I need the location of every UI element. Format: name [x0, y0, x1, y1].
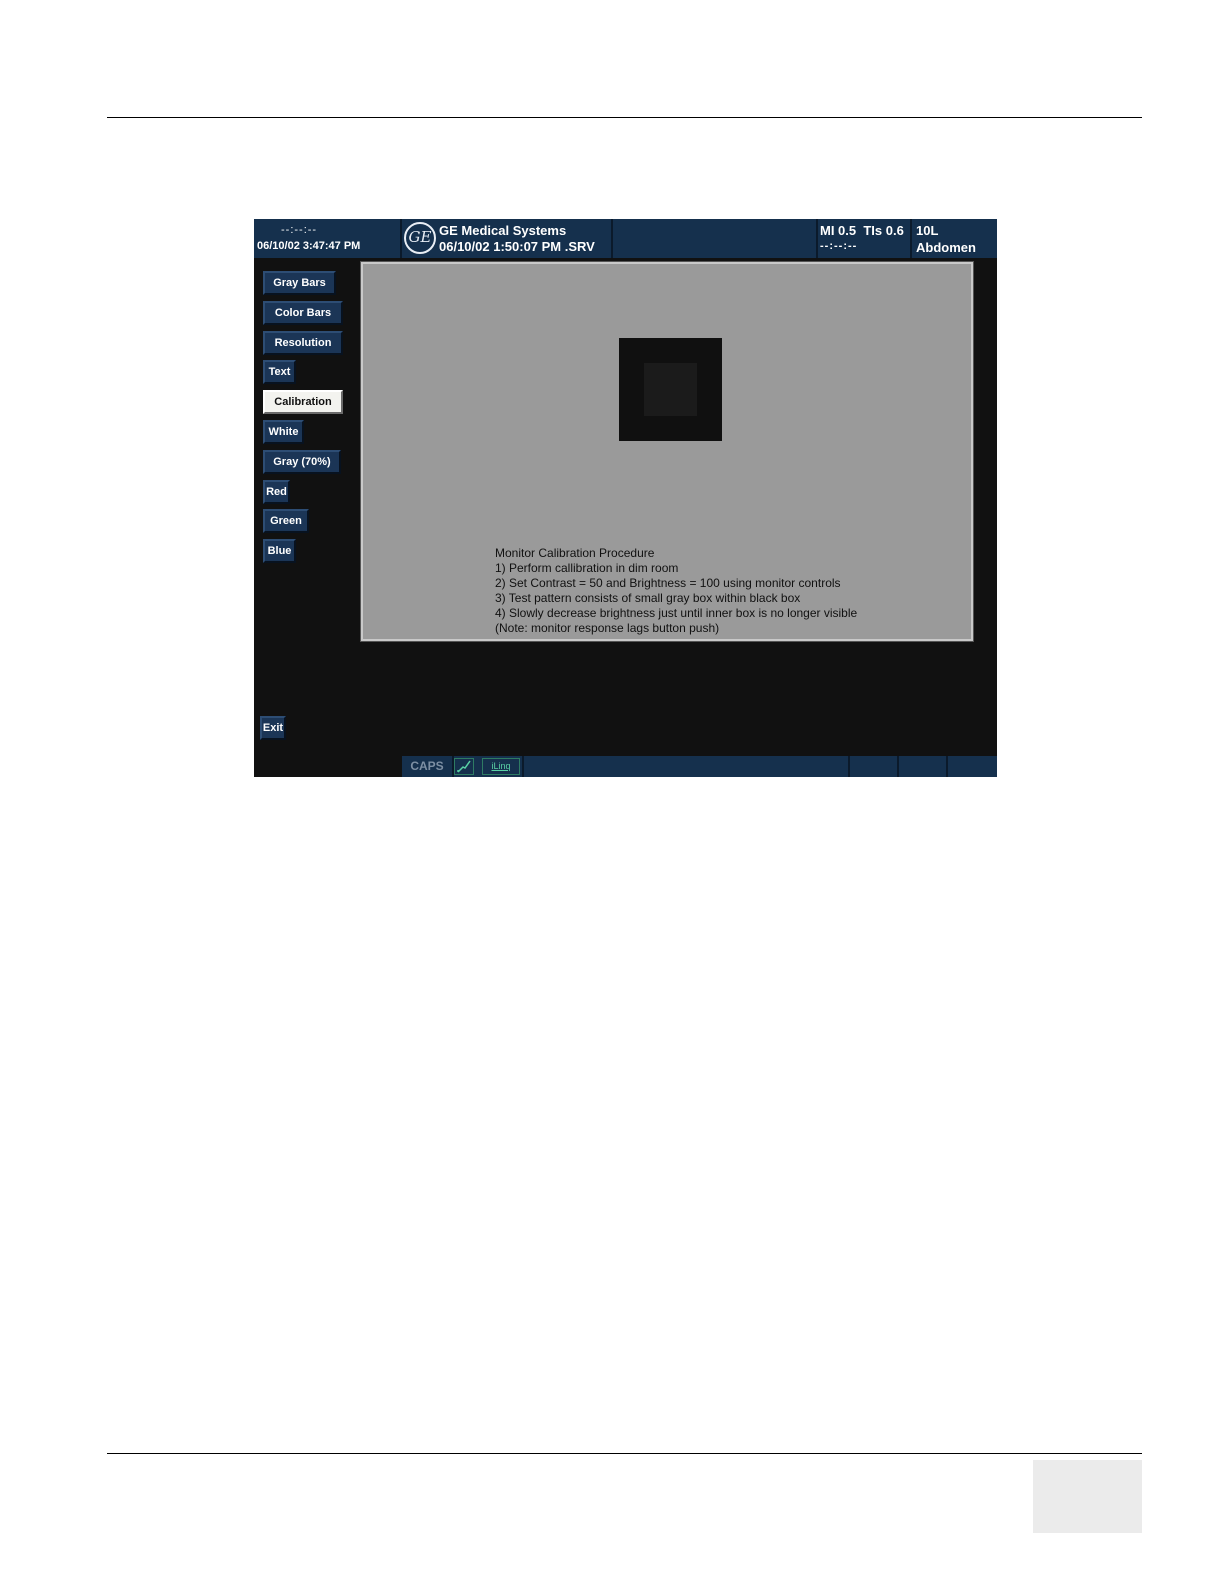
- patient-info-panel: [613, 219, 818, 258]
- black-box: [619, 338, 722, 441]
- preset-name: Abdomen: [916, 240, 976, 255]
- trackball-icon[interactable]: [454, 758, 474, 775]
- exam-datetime: 06/10/02 1:50:07 PM .SRV: [439, 239, 595, 254]
- ge-logo-icon: GE: [404, 222, 436, 254]
- caps-indicator: CAPS: [402, 756, 454, 777]
- status-divider: [522, 756, 524, 777]
- probe-name: 10L: [916, 223, 939, 238]
- iLinq-icon[interactable]: iLinq: [482, 758, 520, 775]
- pattern-button-resolution[interactable]: Resolution: [263, 331, 343, 355]
- calibration-test-pattern: Monitor Calibration Procedure 1) Perform…: [360, 261, 974, 642]
- pattern-button-calibration[interactable]: Calibration: [263, 390, 343, 414]
- instruction-title: Monitor Calibration Procedure: [495, 546, 655, 560]
- mi-secondary: --:--:--: [820, 240, 858, 252]
- pattern-button-gray-70[interactable]: Gray (70%): [263, 450, 341, 474]
- probe-panel: 10L Abdomen: [912, 219, 997, 258]
- top-status-bar: --:--:-- 06/10/02 3:47:47 PM GE GE Medic…: [254, 219, 997, 258]
- instruction-line: 1) Perform callibration in dim room: [495, 561, 679, 575]
- pattern-button-red[interactable]: Red: [263, 480, 290, 504]
- acoustic-output-panel: MI 0.5 TIs 0.6 --:--:--: [818, 219, 912, 258]
- ultrasound-screen: --:--:-- 06/10/02 3:47:47 PM GE GE Medic…: [254, 219, 997, 777]
- instruction-line: 4) Slowly decrease brightness just until…: [495, 606, 858, 620]
- pattern-button-blue[interactable]: Blue: [263, 539, 296, 563]
- pattern-button-green[interactable]: Green: [263, 509, 309, 533]
- mi-tis-readout: MI 0.5 TIs 0.6: [820, 223, 904, 238]
- exit-button[interactable]: Exit: [260, 716, 286, 740]
- status-divider: [897, 756, 899, 777]
- pattern-button-text[interactable]: Text: [263, 360, 296, 384]
- pattern-button-color-bars[interactable]: Color Bars: [263, 301, 343, 325]
- header-rule: [107, 117, 1142, 118]
- clock-placeholder: --:--:--: [281, 224, 318, 236]
- pattern-button-white[interactable]: White: [263, 420, 304, 444]
- instruction-note: (Note: monitor response lags button push…: [495, 621, 720, 635]
- bottom-status-bar: CAPS iLinq: [402, 756, 997, 777]
- inner-gray-box: [644, 363, 697, 416]
- calibration-instructions: Monitor Calibration Procedure 1) Perform…: [495, 546, 857, 636]
- instruction-line: 2) Set Contrast = 50 and Brightness = 10…: [495, 576, 841, 590]
- page-corner-box: [1033, 1460, 1142, 1533]
- status-divider: [848, 756, 850, 777]
- footer-rule: [107, 1453, 1142, 1454]
- institution-panel: GE GE Medical Systems 06/10/02 1:50:07 P…: [402, 219, 613, 258]
- clock-datetime: 06/10/02 3:47:47 PM: [257, 240, 361, 252]
- pattern-button-gray-bars[interactable]: Gray Bars: [263, 271, 336, 295]
- company-name: GE Medical Systems: [439, 223, 567, 238]
- status-divider: [946, 756, 948, 777]
- instruction-line: 3) Test pattern consists of small gray b…: [495, 591, 801, 605]
- clock-panel: --:--:-- 06/10/02 3:47:47 PM: [254, 219, 402, 258]
